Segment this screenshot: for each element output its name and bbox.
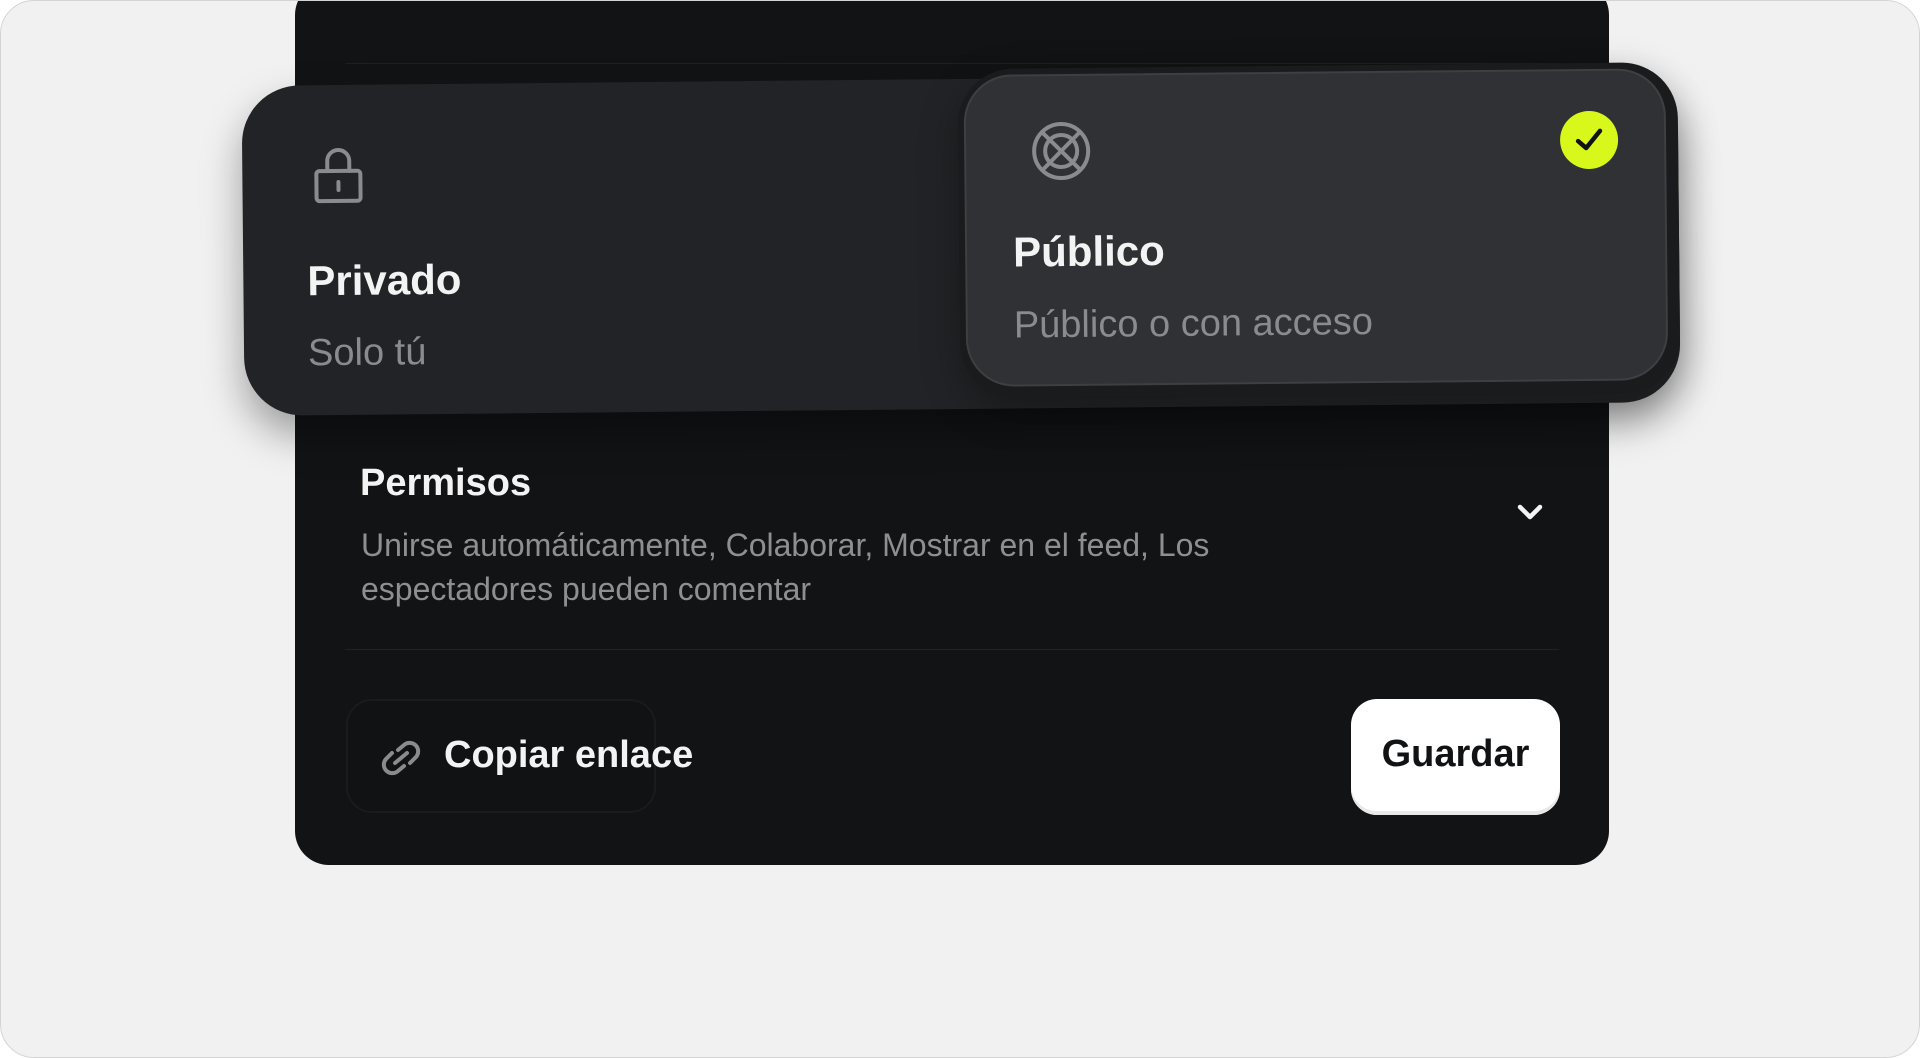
visibility-option-subtitle: Solo tú xyxy=(307,331,427,375)
chevron-down-icon[interactable] xyxy=(1513,495,1547,529)
visibility-option-subtitle: Público o con acceso xyxy=(1013,301,1374,347)
visibility-selector: Privado Solo tú Público Público o con ac… xyxy=(241,62,1681,416)
selected-check-badge xyxy=(1559,110,1619,170)
globe-off-icon xyxy=(1032,122,1091,181)
permissions-description: Unirse automáticamente, Colaborar, Mostr… xyxy=(361,527,1210,607)
save-button-label: Guardar xyxy=(1381,733,1530,775)
visibility-option-public[interactable]: Público Público o con acceso xyxy=(957,62,1681,400)
visibility-option-public-surface: Público Público o con acceso xyxy=(963,68,1669,387)
divider xyxy=(345,63,1559,64)
copy-link-button[interactable]: Copiar enlace xyxy=(346,699,693,813)
save-button[interactable]: Guardar xyxy=(1351,699,1560,815)
permissions-title: Permisos xyxy=(360,462,532,504)
visibility-option-title: Público xyxy=(1012,227,1166,276)
page-background: Privado Solo tú Público Público o con ac… xyxy=(0,0,1920,1058)
visibility-option-title: Privado xyxy=(307,255,462,305)
lock-icon xyxy=(314,148,363,204)
check-icon xyxy=(1575,128,1603,151)
divider xyxy=(345,649,1559,650)
copy-link-label: Copiar enlace xyxy=(444,734,694,776)
link-icon xyxy=(381,740,421,776)
